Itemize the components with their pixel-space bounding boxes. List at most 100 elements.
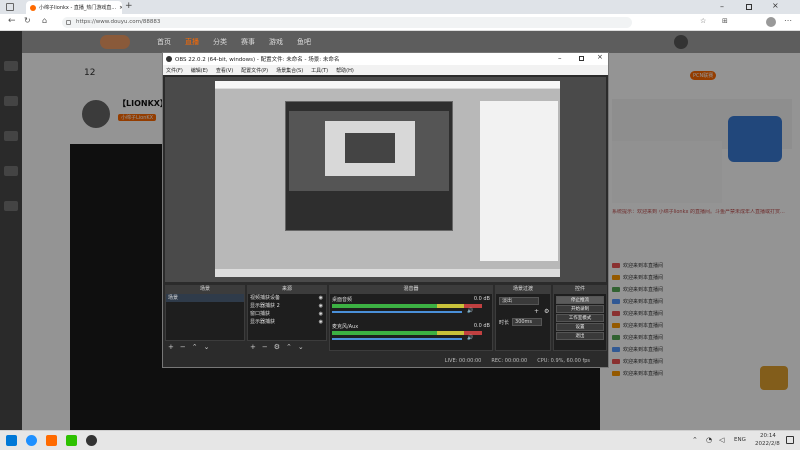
transition-settings-icon[interactable]: ⚙	[544, 308, 549, 315]
douyu-nav-item[interactable]: 游戏	[269, 37, 283, 47]
edge-icon[interactable]	[26, 435, 37, 446]
mute-icon[interactable]: 🔊	[467, 308, 473, 314]
obs-menu-item[interactable]: 配置文件(P)	[241, 67, 268, 74]
source-item[interactable]: 视频捕获设备 ◉	[248, 294, 326, 302]
control-button[interactable]: 停止推流	[556, 296, 604, 304]
nested-chat-panel	[480, 101, 558, 261]
scenes-title: 场景	[165, 285, 245, 293]
source-name: 显示器捕获	[250, 319, 276, 325]
status-live: LIVE: 00:00:00	[444, 358, 482, 364]
favorites-icon[interactable]: ☆	[700, 17, 706, 25]
douyu-nav-item[interactable]: 首页	[157, 37, 171, 47]
sources-dock: 来源 视频捕获设备 ◉ 显示器捕获 2 ◉ 窗口捕获 ◉ 显示器捕获 ◉ + − ⚙ ⌃ ⌄	[247, 285, 327, 353]
more-icon[interactable]: ⋯	[784, 16, 792, 25]
control-button[interactable]: 设置	[556, 323, 604, 331]
browser-tab[interactable]: 小绵子lionkx - 直播_热门游戏直... ×	[26, 1, 122, 14]
clock-date[interactable]: 2022/2/8	[755, 441, 780, 447]
close-window-button[interactable]: ×	[772, 1, 779, 10]
obs-menu-item[interactable]: 帮助(H)	[336, 67, 354, 74]
back-icon[interactable]: ←	[8, 16, 16, 26]
address-bar-row: ← ↻ ⌂ https://www.douyu.com/88883 ☆ ⊞ ⋯	[0, 14, 800, 31]
transition-select[interactable]: 淡出	[499, 297, 539, 305]
fish-icon[interactable]	[4, 201, 18, 211]
control-button[interactable]: 退出	[556, 332, 604, 340]
obs-preview[interactable]	[165, 77, 606, 282]
new-tab-button[interactable]: +	[125, 1, 133, 11]
profile-icon[interactable]	[766, 17, 776, 27]
douyu-nav-item[interactable]: 鱼吧	[297, 37, 311, 47]
volume-slider[interactable]	[332, 338, 462, 340]
input-language[interactable]: ENG	[734, 437, 746, 443]
eye-icon[interactable]: ◉	[319, 318, 323, 326]
obs-close-button[interactable]: ×	[597, 53, 603, 61]
reload-icon[interactable]: ↻	[24, 16, 31, 25]
control-button[interactable]: 开始录制	[556, 305, 604, 313]
home-icon[interactable]: ⌂	[42, 16, 47, 25]
category-icon[interactable]	[4, 96, 18, 106]
source-name: 显示器捕获 2	[250, 303, 280, 309]
add-source-icon[interactable]: +	[250, 343, 256, 351]
capture-preview	[215, 81, 560, 277]
douyu-logo-icon[interactable]	[100, 35, 130, 49]
esports-icon[interactable]	[4, 166, 18, 176]
source-settings-icon[interactable]: ⚙	[274, 343, 280, 351]
start-icon[interactable]	[6, 435, 17, 446]
obs-menu-item[interactable]: 查看(V)	[216, 67, 233, 74]
controls-dock: 控件 停止推流 开始录制 工作室模式 设置 退出	[553, 285, 607, 353]
favicon-icon	[30, 4, 36, 11]
follow-icon[interactable]	[4, 61, 18, 71]
eye-icon[interactable]: ◉	[319, 302, 323, 310]
douyu-app-icon[interactable]	[46, 435, 57, 446]
mute-icon[interactable]: 🔊	[467, 335, 473, 341]
volume-icon[interactable]: ◁	[719, 436, 724, 444]
track-name: 麦克风/Aux	[332, 324, 359, 330]
move-up-icon[interactable]: ⌃	[192, 343, 198, 351]
eye-icon[interactable]: ◉	[319, 310, 323, 318]
games-icon[interactable]	[4, 131, 18, 141]
clock-time[interactable]: 20:14	[760, 433, 776, 439]
obs-taskbar-icon[interactable]	[86, 435, 97, 446]
add-scene-icon[interactable]: +	[168, 343, 174, 351]
tab-title: 小绵子lionkx - 直播_热门游戏直...	[39, 5, 117, 11]
maximize-button[interactable]	[746, 4, 752, 10]
remove-scene-icon[interactable]: −	[180, 343, 186, 351]
move-down-icon[interactable]: ⌄	[204, 343, 210, 351]
douyu-side-nav	[0, 31, 22, 430]
obs-maximize-button[interactable]	[579, 56, 584, 61]
eye-icon[interactable]: ◉	[319, 294, 323, 302]
add-transition-icon[interactable]: +	[534, 308, 539, 315]
douyu-nav-item[interactable]: 直播	[185, 37, 199, 47]
tray-chevron-icon[interactable]: ⌃	[692, 436, 698, 444]
obs-menu-item[interactable]: 场景集合(S)	[276, 67, 303, 74]
notification-icon[interactable]	[786, 436, 794, 444]
obs-minimize-button[interactable]: –	[558, 54, 562, 62]
obs-menu-item[interactable]: 工具(T)	[311, 67, 328, 74]
source-down-icon[interactable]: ⌄	[298, 343, 304, 351]
duration-input[interactable]: 300ms	[512, 318, 543, 326]
collections-icon[interactable]: ⊞	[722, 17, 728, 25]
nested-browser-bar	[215, 81, 560, 89]
minimize-button[interactable]: –	[720, 2, 724, 11]
volume-slider[interactable]	[332, 311, 462, 313]
duration-label: 时长	[499, 319, 510, 326]
wechat-icon[interactable]	[66, 435, 77, 446]
source-up-icon[interactable]: ⌃	[286, 343, 292, 351]
network-icon[interactable]: ◔	[706, 436, 712, 444]
url-input[interactable]: https://www.douyu.com/88883	[62, 17, 632, 28]
sources-title: 来源	[247, 285, 327, 293]
window-menu-icon[interactable]	[6, 3, 14, 11]
source-item[interactable]: 显示器捕获 ◉	[248, 318, 326, 326]
user-avatar[interactable]	[674, 35, 688, 49]
nested-taskbar	[215, 269, 560, 277]
obs-menu-item[interactable]: 文件(F)	[166, 67, 183, 74]
remove-source-icon[interactable]: −	[262, 343, 268, 351]
douyu-nav-item[interactable]: 赛事	[241, 37, 255, 47]
obs-menu-item[interactable]: 编辑(E)	[191, 67, 208, 74]
obs-window: OBS 22.0.2 (64-bit, windows) - 配置文件: 未命名…	[162, 52, 609, 368]
source-item[interactable]: 显示器捕获 2 ◉	[248, 302, 326, 310]
control-button[interactable]: 工作室模式	[556, 314, 604, 322]
source-item[interactable]: 窗口捕获 ◉	[248, 310, 326, 318]
scene-item[interactable]: 场景	[166, 294, 244, 302]
close-tab-icon[interactable]: ×	[119, 5, 122, 11]
douyu-nav-item[interactable]: 分类	[213, 37, 227, 47]
